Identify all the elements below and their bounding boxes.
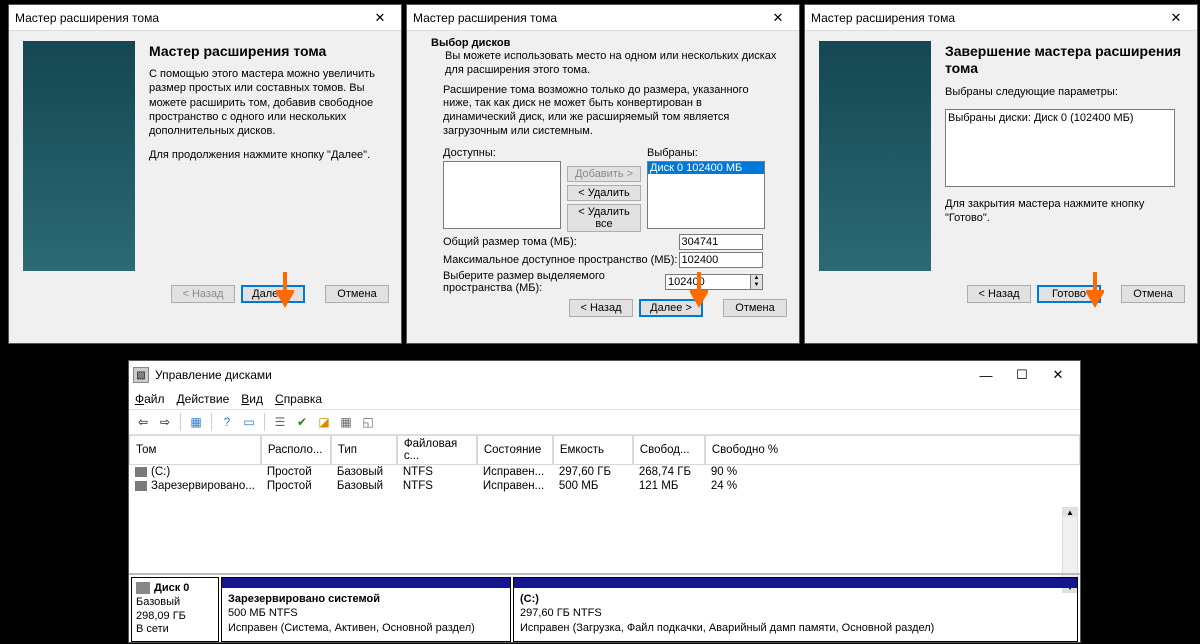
tb-icon[interactable]: ▭ — [239, 412, 259, 432]
tb-icon[interactable]: ◱ — [358, 412, 378, 432]
wizard-text-1: С помощью этого мастера можно увеличить … — [149, 67, 387, 138]
available-label: Доступны: — [443, 147, 561, 159]
sel-label: Выберите размер выделяемого пространства… — [443, 270, 665, 294]
close-icon[interactable]: ✕ — [365, 10, 395, 26]
available-list[interactable] — [443, 161, 561, 229]
wizard-heading: Завершение мастера расширения тома — [945, 43, 1183, 77]
wizard-step2: Мастер расширения тома ✕ Выбор дисков Вы… — [406, 4, 800, 344]
arrow-icon — [690, 272, 708, 308]
menu-help[interactable]: Справка — [275, 392, 322, 406]
close-icon[interactable]: ✕ — [1161, 10, 1191, 26]
volume-icon — [135, 467, 147, 477]
cancel-button[interactable]: Отмена — [325, 285, 389, 303]
wizard-text-2: Для продолжения нажмите кнопку "Далее". — [149, 148, 387, 162]
toolbar: ⇦ ⇨ ▦ ? ▭ ☰ ✔ ◪ ▦ ◱ — [129, 409, 1080, 435]
titlebar-title: Мастер расширения тома — [413, 11, 763, 25]
arrow-icon — [1086, 272, 1104, 308]
wizard-banner — [23, 41, 135, 271]
selected-item[interactable]: Диск 0 102400 МБ — [648, 162, 764, 174]
params-item: Выбраны диски: Диск 0 (102400 МБ) — [948, 112, 1172, 124]
selected-list[interactable]: Диск 0 102400 МБ — [647, 161, 765, 229]
maximize-icon[interactable]: ☐ — [1004, 367, 1040, 383]
forward-icon[interactable]: ⇨ — [155, 412, 175, 432]
volume-table: Том Располо... Тип Файловая с... Состоян… — [129, 435, 1080, 493]
params-label: Выбраны следующие параметры: — [945, 85, 1183, 99]
col-free[interactable]: Свобод... — [633, 435, 705, 465]
titlebar-title: Управление дисками — [155, 368, 968, 382]
table-header: Том Располо... Тип Файловая с... Состоян… — [129, 435, 1080, 465]
step-heading: Выбор дисков — [431, 37, 779, 49]
wizard-heading: Мастер расширения тома — [149, 43, 387, 59]
disk-info[interactable]: Диск 0 Базовый 298,09 ГБ В сети — [131, 577, 219, 642]
wizard-step3: Мастер расширения тома ✕ Завершение маст… — [804, 4, 1198, 344]
titlebar-title: Мастер расширения тома — [15, 11, 365, 25]
step-desc: Расширение тома возможно только до разме… — [443, 84, 763, 139]
selected-label: Выбраны: — [647, 147, 765, 159]
titlebar: Мастер расширения тома ✕ — [805, 5, 1197, 31]
back-icon[interactable]: ⇦ — [133, 412, 153, 432]
menu-action[interactable]: Действие — [177, 392, 230, 406]
size-spinner[interactable]: ▲▼ — [751, 274, 763, 290]
arrow-icon — [276, 272, 294, 308]
col-vol[interactable]: Том — [129, 435, 261, 465]
total-value: 304741 — [679, 234, 764, 250]
help-icon[interactable]: ? — [217, 412, 237, 432]
size-input[interactable]: 102400 — [665, 274, 751, 290]
partition-c[interactable]: (C:) 297,60 ГБ NTFS Исправен (Загрузка, … — [513, 577, 1078, 642]
close-icon[interactable]: ✕ — [763, 10, 793, 26]
menu-view[interactable]: Вид — [241, 392, 263, 406]
titlebar-title: Мастер расширения тома — [811, 11, 1161, 25]
close-icon[interactable]: ✕ — [1040, 367, 1076, 383]
back-button[interactable]: < Назад — [967, 285, 1031, 303]
tb-icon[interactable]: ✔ — [292, 412, 312, 432]
disk-icon — [136, 582, 150, 594]
remove-all-button[interactable]: < Удалить все — [567, 204, 641, 232]
cancel-button[interactable]: Отмена — [1121, 285, 1185, 303]
titlebar: Мастер расширения тома ✕ — [9, 5, 401, 31]
disk-management-icon: ▧ — [133, 367, 149, 383]
col-freepct[interactable]: Свободно % — [705, 435, 1080, 465]
tb-icon[interactable]: ◪ — [314, 412, 334, 432]
max-value: 102400 — [679, 252, 764, 268]
menu-file[interactable]: Файл — [135, 392, 165, 406]
wizard-banner — [819, 41, 931, 271]
tb-icon[interactable]: ▦ — [336, 412, 356, 432]
table-row[interactable]: (C:) Простой Базовый NTFS Исправен... 29… — [129, 465, 1080, 479]
col-layout[interactable]: Располо... — [261, 435, 331, 465]
max-label: Максимальное доступное пространство (МБ)… — [443, 254, 679, 266]
col-fs[interactable]: Файловая с... — [397, 435, 477, 465]
wizard-close-text: Для закрытия мастера нажмите кнопку "Гот… — [945, 197, 1183, 226]
remove-button[interactable]: < Удалить — [567, 185, 641, 201]
disk-management-window: ▧ Управление дисками — ☐ ✕ Файл Действие… — [128, 360, 1081, 643]
titlebar: Мастер расширения тома ✕ — [407, 5, 799, 31]
col-status[interactable]: Состояние — [477, 435, 553, 465]
wizard-step1: Мастер расширения тома ✕ Мастер расширен… — [8, 4, 402, 344]
cancel-button[interactable]: Отмена — [723, 299, 787, 317]
titlebar: ▧ Управление дисками — ☐ ✕ — [129, 361, 1080, 389]
add-button: Добавить > — [567, 166, 641, 182]
tb-icon[interactable]: ▦ — [186, 412, 206, 432]
menubar: Файл Действие Вид Справка — [129, 389, 1080, 409]
step-sub: Вы можете использовать место на одном ил… — [445, 49, 779, 78]
total-label: Общий размер тома (МБ): — [443, 236, 679, 248]
partition-reserved[interactable]: Зарезервировано системой 500 МБ NTFS Исп… — [221, 577, 511, 642]
next-button[interactable]: Далее > — [241, 285, 305, 303]
back-button[interactable]: < Назад — [569, 299, 633, 317]
params-list: Выбраны диски: Диск 0 (102400 МБ) — [945, 109, 1175, 187]
col-cap[interactable]: Емкость — [553, 435, 633, 465]
disk-graph: Диск 0 Базовый 298,09 ГБ В сети Зарезерв… — [129, 573, 1080, 644]
volume-icon — [135, 481, 147, 491]
back-button: < Назад — [171, 285, 235, 303]
tb-icon[interactable]: ☰ — [270, 412, 290, 432]
minimize-icon[interactable]: — — [968, 368, 1004, 383]
col-type[interactable]: Тип — [331, 435, 397, 465]
table-row[interactable]: Зарезервировано... Простой Базовый NTFS … — [129, 479, 1080, 493]
